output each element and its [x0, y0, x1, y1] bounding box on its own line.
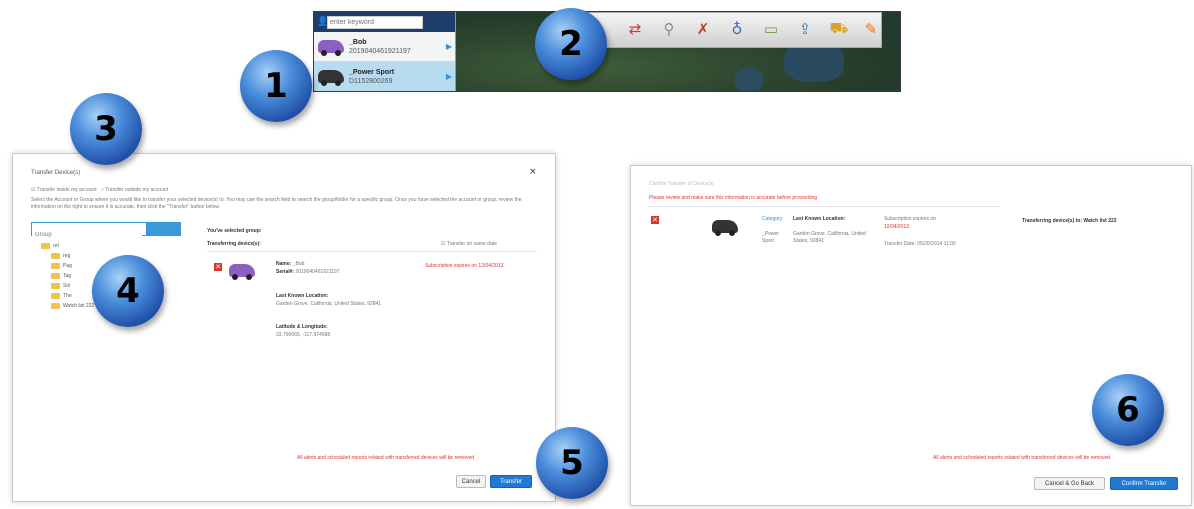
radio-inside-account[interactable]: ☑ Transfer inside my account [31, 187, 97, 193]
last-known-location: Garden Grove, California, United States,… [276, 301, 382, 307]
car-icon [712, 220, 738, 236]
subscription-date: 12/04/2013 [884, 224, 910, 230]
tree-item-label: Tag [63, 273, 72, 279]
transfer-scope-radios: ☑ Transfer inside my account ○ Transfer … [31, 187, 168, 194]
car-icon [229, 264, 255, 280]
device-serial: 2019040461921197 [295, 269, 340, 275]
transfer-devices-dialog: Transfer Device(s) × ☑ Transfer inside m… [12, 153, 556, 502]
step-marker-1: 1 [240, 50, 312, 122]
device-list-item[interactable]: _Power Sport D1152800269 ▶ [314, 62, 455, 91]
monitor-icon[interactable]: ▭ [759, 17, 783, 41]
subscription-expiry: Subscription expires on 12/04/2013 [425, 263, 504, 269]
step-marker-5: 5 [536, 427, 608, 499]
review-warning: Please review and make sure this informa… [649, 195, 818, 201]
tree-item[interactable]: ret [41, 241, 181, 251]
folder-icon [51, 303, 60, 309]
last-known-location-label: Last Known Location: [276, 293, 329, 299]
divider [649, 206, 999, 207]
map-app-strip: 👤 _Bob 2019040461921197 ▶ _Power Sport D… [313, 11, 901, 92]
remove-device-icon[interactable]: ✕ [214, 263, 222, 271]
lat-lng-label: Latitude & Longitude: [276, 324, 328, 330]
last-known-location: Garden Grove, California, United States,… [793, 231, 866, 244]
tree-item-label: reg [63, 253, 71, 259]
dialog-title: Confirm Transfer of Device(s) [649, 181, 715, 187]
device-serial-row: Serial#: 2019040461921197 [276, 269, 340, 276]
device-name-row: Name: _Bob [276, 261, 304, 268]
radio-outside-label: Transfer outside my account [105, 187, 169, 193]
radio-inside-label: Transfer inside my account [36, 187, 97, 193]
lat-lng-value: 33.790665, -117.974688 [276, 332, 331, 338]
folder-icon [51, 273, 60, 279]
step-marker-2: 2 [535, 8, 607, 80]
transfer-same-date-label: Transfer on same date [446, 241, 497, 247]
device-serial: 2019040461921197 [349, 47, 411, 55]
remove-device-icon[interactable]: ✕ [651, 216, 659, 224]
car-icon [318, 40, 344, 56]
user-icon[interactable]: 👤 [317, 17, 328, 27]
device-name: _Power Sport [762, 231, 779, 244]
device-name: _Power Sport [349, 68, 395, 76]
dialog-title: Transfer Device(s) [31, 170, 81, 176]
subscription-label: Subscription expires on [884, 216, 936, 222]
confirm-transfer-button[interactable]: Confirm Transfer [1110, 477, 1178, 490]
map-lake [784, 42, 844, 82]
export-document-icon[interactable]: ⇪ [793, 17, 817, 41]
name-label: Name: [276, 261, 292, 267]
tree-item-label: Pag [63, 263, 72, 269]
chevron-right-icon[interactable]: ▶ [446, 72, 452, 81]
map-pin-icon[interactable]: ⚲ [657, 17, 681, 41]
radio-outside-account[interactable]: ○ Transfer outside my account [101, 187, 168, 193]
device-name: _Bob [349, 38, 367, 46]
map-lake [734, 67, 764, 91]
device-serial: D1152800269 [349, 77, 393, 85]
tree-item-label: Sol [63, 283, 71, 289]
chevron-right-icon[interactable]: ▶ [446, 42, 452, 51]
removal-warning: All alerts and scheduled reports related… [933, 455, 1111, 461]
close-icon[interactable]: × [529, 167, 537, 177]
device-search-bar: 👤 [314, 12, 455, 32]
folder-icon [51, 253, 60, 259]
map-toolbar: ⇄ ⚲ ✗ ♁ ▭ ⇪ ⛟ ✎ [564, 12, 882, 48]
tree-item-label: ret [53, 243, 59, 249]
transferring-label: Transferring device(s): [207, 241, 261, 247]
device-name: _Bob [292, 261, 305, 267]
device-list-item[interactable]: _Bob 2019040461921197 ▶ [314, 32, 455, 62]
folder-icon [51, 263, 60, 269]
removal-warning: All alerts and scheduled reports related… [297, 455, 475, 461]
last-known-location-label: Last Known Location: [793, 216, 846, 222]
selected-group-label: You've selected group: [207, 228, 262, 234]
device-category: Category [762, 216, 783, 222]
group-search-field[interactable] [31, 222, 181, 241]
cancel-go-back-button[interactable]: Cancel & Go Back [1034, 477, 1105, 490]
tree-item-label: The [63, 293, 72, 299]
folder-icon [51, 293, 60, 299]
transferring-to: Transferring device(s) to: Watch list 22… [1022, 218, 1117, 224]
transfer-date: Transfer Date: 05/20/2014 11:00 [884, 241, 956, 247]
cancel-button[interactable]: Cancel [456, 475, 486, 488]
device-sidebar: 👤 _Bob 2019040461921197 ▶ _Power Sport D… [314, 12, 456, 91]
folder-icon [41, 243, 50, 249]
instructions-text: Select the Account or Group where you wo… [31, 197, 522, 210]
car-icon [318, 70, 344, 86]
search-button[interactable] [146, 223, 180, 235]
transfer-same-date-checkbox[interactable]: ☑ Transfer on same date [441, 241, 497, 248]
transfer-arrows-icon[interactable]: ⇄ [623, 17, 647, 41]
group-search-input[interactable] [32, 229, 142, 241]
device-search-input[interactable] [327, 15, 423, 29]
confirm-transfer-dialog: Confirm Transfer of Device(s) Please rev… [630, 165, 1192, 506]
pencil-icon[interactable]: ✎ [859, 17, 883, 41]
step-marker-6: 6 [1092, 374, 1164, 446]
tree-item-label: Watch list 222 [63, 303, 95, 309]
folder-icon [51, 283, 60, 289]
tools-wrench-icon[interactable]: ✗ [691, 17, 715, 41]
serial-label: Serial#: [276, 269, 295, 275]
step-marker-4: 4 [92, 255, 164, 327]
vehicle-icon[interactable]: ⛟ [827, 17, 851, 41]
joystick-icon[interactable]: ♁ [725, 17, 749, 41]
transfer-button[interactable]: Transfer [490, 475, 532, 488]
divider [207, 251, 537, 252]
step-marker-3: 3 [70, 93, 142, 165]
